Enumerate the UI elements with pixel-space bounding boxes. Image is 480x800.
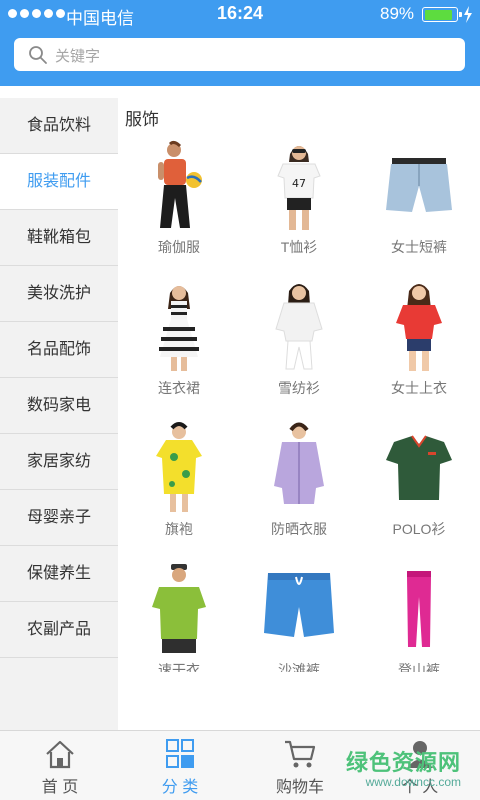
- product-quick-dry[interactable]: 速干衣: [119, 563, 239, 672]
- watermark-text: 绿色资源网: [345, 750, 461, 775]
- sidebar-item-food[interactable]: 食品饮料: [0, 98, 118, 154]
- product-hiking-pants[interactable]: 登山裤: [359, 563, 479, 672]
- denim-shorts-photo: [386, 158, 452, 212]
- product-label: 女士上衣: [391, 380, 447, 396]
- watermark-logo: 绿色资源网 www.downcc.com: [345, 745, 475, 795]
- product-womens-top[interactable]: 女士上衣: [359, 281, 479, 421]
- section-title: 服饰: [125, 110, 159, 129]
- search-icon: [29, 46, 47, 64]
- product-label: 防晒衣服: [271, 521, 327, 537]
- charging-bolt-icon: [464, 6, 472, 23]
- sidebar-item-electronics[interactable]: 数码家电: [0, 378, 118, 434]
- womens-top-photo: [396, 284, 442, 371]
- product-label: 女士短裤: [391, 239, 447, 255]
- home-icon: [46, 740, 74, 769]
- product-label: 连衣裙: [158, 380, 200, 396]
- beach-shorts-photo: [264, 573, 334, 637]
- product-label: T恤衫: [280, 239, 318, 255]
- sidebar-item-accessories[interactable]: 名品配饰: [0, 322, 118, 378]
- sun-protection-jacket-photo: [274, 422, 324, 504]
- cart-icon: [285, 740, 316, 768]
- cheongsam-photo: [156, 422, 202, 512]
- product-label: 瑜伽服: [158, 239, 200, 255]
- product-yoga[interactable]: 瑜伽服: [119, 140, 239, 280]
- tab-label: 首 页: [41, 779, 79, 796]
- sidebar-item-shoes-bags[interactable]: 鞋靴箱包: [0, 210, 118, 266]
- tab-label: 分 类: [161, 779, 199, 796]
- polo-shirt-photo: [386, 435, 452, 500]
- sidebar-item-baby[interactable]: 母婴亲子: [0, 490, 118, 546]
- dress-photo: [159, 286, 199, 371]
- product-chiffon[interactable]: 雪纺衫: [239, 281, 359, 421]
- sidebar-item-beauty[interactable]: 美妆洗护: [0, 266, 118, 322]
- product-polo[interactable]: POLO衫: [359, 422, 479, 562]
- status-bar: 中国电信 16:24 89%: [0, 0, 480, 30]
- sidebar-item-home[interactable]: 家居家纺: [0, 434, 118, 490]
- product-label: 旗袍: [165, 521, 193, 537]
- search-placeholder: 关键字: [55, 48, 101, 65]
- product-dress[interactable]: 连衣裙: [119, 281, 239, 421]
- svg-text:47: 47: [292, 177, 306, 190]
- watermark-url: www.downcc.com: [365, 775, 461, 789]
- product-grid: 瑜伽服 47 T恤衫 女士短裤 连衣裙 雪纺衫 女士上衣 旗袍 防晒衣服 POL…: [119, 140, 480, 672]
- product-label: POLO衫: [392, 521, 446, 537]
- product-cheongsam[interactable]: 旗袍: [119, 422, 239, 562]
- tab-label: 购物车: [275, 779, 324, 796]
- product-denim-shorts[interactable]: 女士短裤: [359, 140, 479, 280]
- tab-cart[interactable]: 购物车: [240, 731, 360, 800]
- tshirt-photo: 47: [277, 146, 321, 230]
- battery-icon: [422, 7, 462, 22]
- chiffon-shirt-photo: [275, 284, 323, 370]
- sidebar-item-health[interactable]: 保健养生: [0, 546, 118, 602]
- product-label: 雪纺衫: [278, 380, 320, 396]
- product-label: 沙滩裤: [278, 662, 320, 672]
- category-sidebar: 食品饮料 服装配件 鞋靴箱包 美妆洗护 名品配饰 数码家电 家居家纺 母婴亲子 …: [0, 98, 118, 730]
- yoga-outfit-photo: [158, 140, 202, 228]
- sidebar-item-apparel[interactable]: 服装配件: [0, 154, 118, 210]
- sidebar-item-farm[interactable]: 农副产品: [0, 602, 118, 658]
- category-grid-icon: [166, 739, 194, 768]
- tab-home[interactable]: 首 页: [0, 731, 120, 800]
- product-label: 速干衣: [158, 662, 200, 672]
- product-sun-jacket[interactable]: 防晒衣服: [239, 422, 359, 562]
- product-beach-shorts[interactable]: 沙滩裤: [239, 563, 359, 672]
- top-header: 中国电信 16:24 89% 关键字: [0, 0, 480, 86]
- battery-percent: 89%: [380, 4, 415, 23]
- product-label: 登山裤: [398, 662, 440, 672]
- quick-dry-shirt-photo: [152, 564, 206, 653]
- hiking-pants-photo: [407, 571, 431, 647]
- tab-category[interactable]: 分 类: [120, 731, 240, 800]
- search-input[interactable]: 关键字: [14, 38, 465, 71]
- product-tshirt[interactable]: 47 T恤衫: [239, 140, 359, 280]
